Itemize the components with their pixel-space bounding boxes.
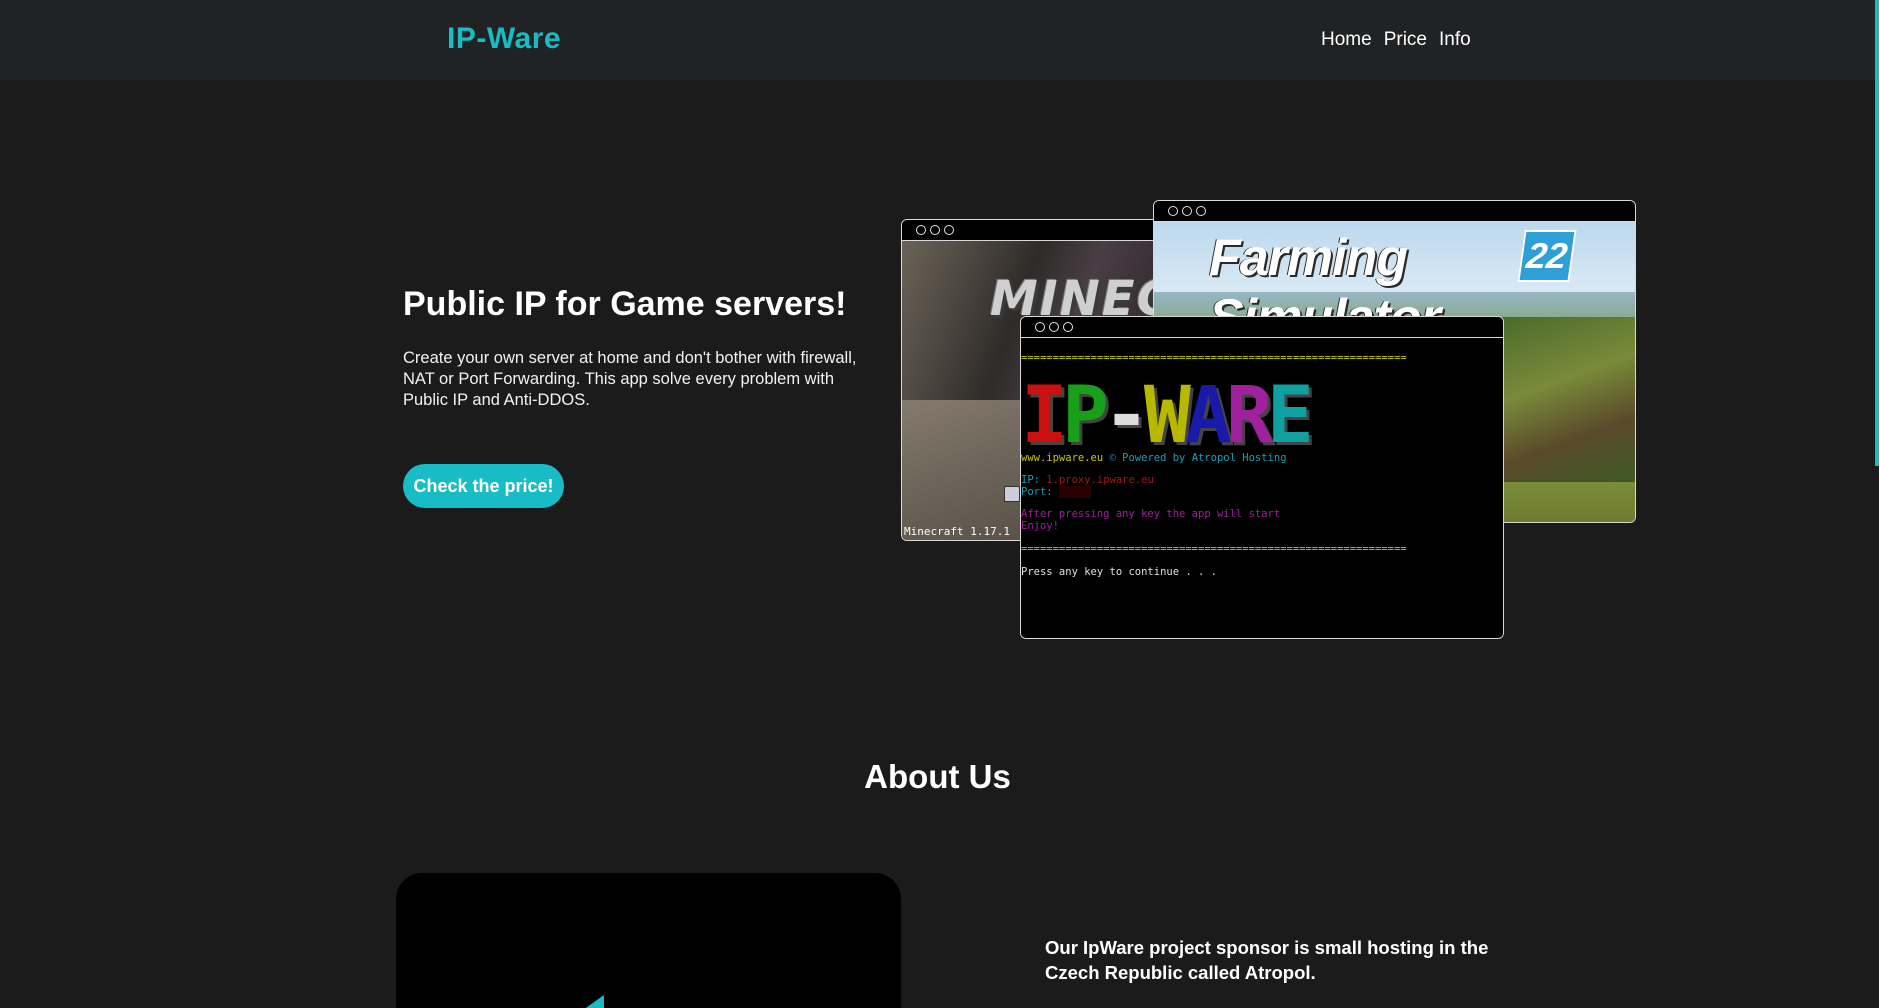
page: IP-Ware Home Price Info Public IP for Ga… <box>0 0 1879 1008</box>
nav-link-price[interactable]: Price <box>1384 29 1427 51</box>
brand-logo[interactable]: IP-Ware <box>447 22 561 56</box>
window-dot-icon <box>916 225 926 235</box>
minecraft-rocks <box>902 400 1032 540</box>
console-ip-line: IP: 1.proxy.ipware.eu <box>1021 474 1154 486</box>
console-enjoy: Enjoy! <box>1021 520 1059 532</box>
logo-letter: - <box>1102 371 1150 461</box>
console-prompt: Press any key to continue . . . <box>1021 566 1217 578</box>
window-dot-icon <box>1049 322 1059 332</box>
console-ascii-logo: I P - W A R E <box>1021 371 1314 461</box>
console-separator: ========================================… <box>1021 543 1407 555</box>
window-titlebar <box>1154 201 1635 222</box>
minecraft-realms-icon <box>1004 486 1020 502</box>
window-titlebar <box>902 220 1162 241</box>
scrollbar[interactable] <box>1875 0 1879 1008</box>
video-player[interactable] <box>396 873 901 1008</box>
console-separator: ========================================… <box>1021 352 1407 364</box>
check-price-button[interactable]: Check the price! <box>403 464 564 508</box>
console-window: ========================================… <box>1020 316 1504 639</box>
window-titlebar <box>1021 317 1503 338</box>
about-title: About Us <box>864 758 1011 795</box>
logo-letter: I <box>1021 371 1068 461</box>
play-icon[interactable] <box>576 995 604 1008</box>
nav-link-home[interactable]: Home <box>1321 29 1372 51</box>
hero-title: Public IP for Game servers! <box>403 285 847 323</box>
scrollbar-thumb[interactable] <box>1875 0 1879 466</box>
logo-letter: A <box>1184 371 1232 461</box>
about-text: Our IpWare project sponsor is small host… <box>1045 937 1489 983</box>
window-dot-icon <box>1035 322 1045 332</box>
window-dot-icon <box>1063 322 1073 332</box>
logo-letter: R <box>1225 371 1273 461</box>
console-site-line: www.ipware.eu © Powered by Atropol Hosti… <box>1021 452 1287 464</box>
console-port-line: Port: XXXXX <box>1021 486 1091 498</box>
console-screenshot: ========================================… <box>1021 338 1503 638</box>
window-dot-icon <box>1196 206 1206 216</box>
minecraft-version: Minecraft 1.17.1 <box>904 525 1010 538</box>
window-dot-icon <box>944 225 954 235</box>
window-dot-icon <box>1168 206 1178 216</box>
logo-letter: P <box>1061 371 1109 461</box>
console-start-msg: After pressing any key the app will star… <box>1021 508 1281 520</box>
window-dot-icon <box>930 225 940 235</box>
hero-description: Create your own server at home and don't… <box>403 349 857 409</box>
farming-simulator-badge: 22 <box>1517 230 1577 282</box>
window-dot-icon <box>1182 206 1192 216</box>
nav-links: Home Price Info <box>1321 29 1471 51</box>
nav-link-info[interactable]: Info <box>1439 29 1471 51</box>
logo-letter: W <box>1143 371 1191 461</box>
navbar: IP-Ware Home Price Info <box>0 0 1875 80</box>
logo-letter: E <box>1266 371 1314 461</box>
